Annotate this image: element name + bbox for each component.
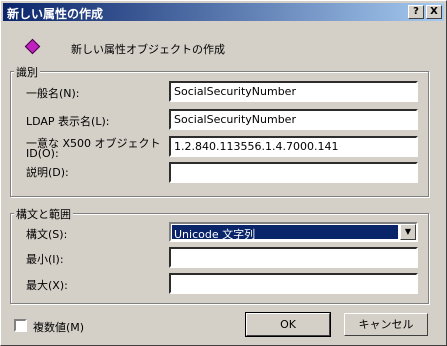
oid-label-line2: ID(O):	[26, 147, 59, 160]
description-label: 説明(D):	[26, 166, 69, 179]
multivalue-checkbox[interactable]	[14, 319, 27, 332]
close-button[interactable]: X	[426, 5, 442, 19]
syntax-selected-value: Unicode 文字列	[172, 225, 398, 241]
ldap-display-name-label: LDAP 表示名(L):	[26, 115, 110, 128]
syntax-label: 構文(S):	[26, 228, 68, 241]
identification-legend: 識別	[14, 64, 40, 80]
syntax-dropdown[interactable]: Unicode 文字列 ▼	[169, 222, 418, 242]
help-button[interactable]: ?	[408, 5, 424, 19]
common-name-label: 一般名(N):	[26, 87, 80, 100]
dialog-window: 新しい属性の作成 ? X 新しい属性オブジェクトの作成 識別 一般名(N): S…	[0, 0, 447, 346]
multivalue-label: 複数値(M)	[33, 321, 85, 334]
header-text: 新しい属性オブジェクトの作成	[71, 43, 225, 56]
oid-field[interactable]: 1.2.840.113556.1.4.7000.141	[169, 136, 418, 157]
chevron-down-icon[interactable]: ▼	[400, 224, 416, 240]
common-name-field[interactable]: SocialSecurityNumber	[169, 81, 418, 102]
description-field[interactable]	[169, 162, 418, 183]
title-bar[interactable]: 新しい属性の作成 ? X	[3, 3, 444, 21]
attribute-icon	[24, 38, 41, 55]
maximum-label: 最大(X):	[26, 279, 68, 292]
minimum-field[interactable]	[169, 247, 418, 268]
maximum-field[interactable]	[169, 273, 418, 294]
ok-button[interactable]: OK	[245, 312, 331, 337]
syntax-range-legend: 構文と範囲	[14, 206, 73, 222]
cancel-button[interactable]: キャンセル	[344, 313, 428, 336]
ldap-display-name-field[interactable]: SocialSecurityNumber	[169, 109, 418, 130]
minimum-label: 最小(I):	[26, 253, 64, 266]
window-title: 新しい属性の作成	[7, 7, 104, 21]
